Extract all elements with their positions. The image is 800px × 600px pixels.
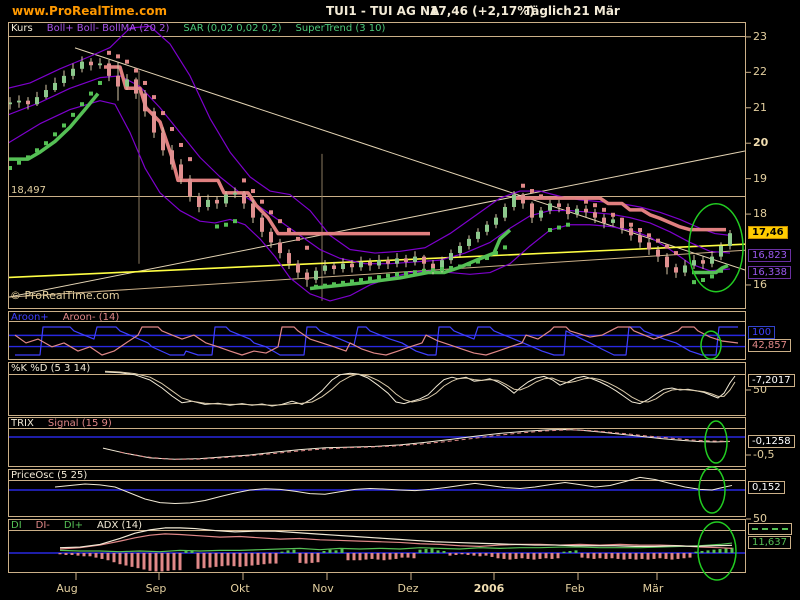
stoch-plot-area[interactable] bbox=[105, 371, 735, 406]
trix-panel-frame bbox=[9, 418, 746, 467]
stoch-d bbox=[105, 371, 735, 405]
supertrend-up-1 bbox=[8, 94, 98, 160]
aroon-plus bbox=[15, 327, 738, 355]
stoch-panel-frame bbox=[9, 363, 746, 416]
trendline-ascending-b bbox=[0, 250, 745, 297]
chart-canvas[interactable] bbox=[0, 0, 800, 600]
sar-up-dots bbox=[8, 81, 723, 289]
di-plot-area[interactable] bbox=[9, 528, 745, 572]
trix-signal bbox=[120, 430, 730, 460]
highlight-ellipse bbox=[689, 204, 743, 292]
prorealtime-chart-window: www.ProRealTime.com TUI1 - TUI AG NA 17,… bbox=[0, 0, 800, 600]
supertrend-down-1 bbox=[104, 67, 430, 234]
trendline-yellow bbox=[0, 244, 745, 278]
bollinger-lower bbox=[8, 101, 730, 301]
trendline-ascending-a bbox=[0, 151, 745, 299]
price-plot-area[interactable] bbox=[0, 26, 745, 301]
aroon-plot-area[interactable] bbox=[9, 327, 745, 355]
trix-plot-area[interactable] bbox=[9, 429, 745, 459]
bollinger-mid bbox=[8, 76, 730, 264]
posc-plot-area[interactable] bbox=[9, 477, 745, 503]
posc-panel-frame bbox=[9, 470, 746, 517]
trendline-descending bbox=[75, 48, 745, 270]
aroon-minus bbox=[15, 327, 738, 355]
